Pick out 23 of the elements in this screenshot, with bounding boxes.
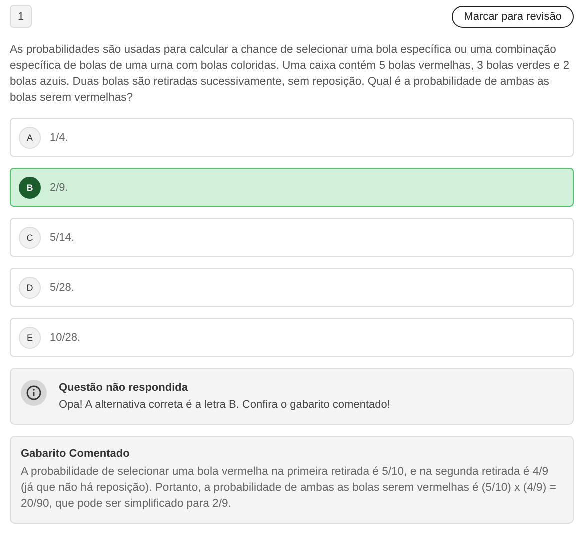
answer-option[interactable]: A 1/4.: [10, 118, 574, 157]
notice-title: Questão não respondida: [59, 382, 189, 394]
answer-option[interactable]: C 5/14.: [10, 218, 574, 257]
option-letter: E: [19, 326, 41, 348]
notice-message: Opa! A alternativa correta é a letra B. Confira o gabarito comentado!: [59, 399, 390, 411]
option-letter: B: [19, 176, 41, 198]
option-text: 5/28.: [50, 282, 74, 294]
option-letter: D: [19, 276, 41, 298]
answer-option[interactable]: E 10/28.: [10, 318, 574, 357]
option-text: 1/4.: [50, 132, 68, 144]
option-letter: A: [19, 126, 41, 148]
answer-option[interactable]: B 2/9.: [10, 168, 574, 207]
option-text: 2/9.: [50, 182, 68, 194]
question-number: 1: [10, 5, 32, 28]
option-text: 10/28.: [50, 332, 81, 344]
answer-key-text: A probabilidade de selecionar uma bola vermelha na primeira retirada é 5/10, e na segunda retirada é 4/9 (já que não há reposição). Portanto, a probabilidade de ambas as bolas serem vermelhas é (5/10) x (4/9) = 20/90, que pode ser simplificado para 2/9.: [21, 465, 558, 512]
review-button[interactable]: Marcar para revisão: [452, 6, 574, 28]
info-icon: [21, 380, 47, 406]
answer-key-title: Gabarito Comentado: [21, 448, 131, 460]
option-letter: C: [19, 226, 41, 248]
option-text: 5/14.: [50, 232, 74, 244]
question-text: As probabilidades são usadas para calcular a chance de selecionar uma bola específica ou uma combinação específica de bolas de uma urna com bolas coloridas. Uma caixa contém 5 bolas vermelhas, 3 bolas verdes e 2 bolas azuis. Duas bolas são retiradas sucessivamente, sem reposição. Qual é a probabilidade de ambas as bolas serem vermelhas?: [10, 43, 570, 106]
answer-option[interactable]: D 5/28.: [10, 268, 574, 307]
